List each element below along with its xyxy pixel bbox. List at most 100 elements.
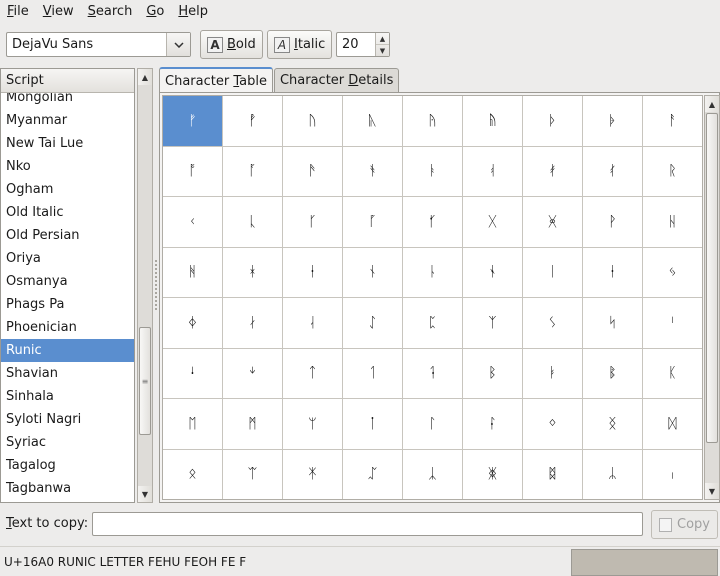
character-cell[interactable]: ᛓ — [523, 348, 583, 399]
character-cell[interactable]: ᛢ — [343, 449, 403, 499]
tab-character-table[interactable]: Character Table — [159, 67, 273, 93]
character-cell[interactable]: ᚵ — [343, 197, 403, 248]
list-item[interactable]: Phoenician — [1, 316, 134, 339]
character-cell[interactable]: ᛥ — [523, 449, 583, 499]
character-cell[interactable]: ᛐ — [343, 348, 403, 399]
script-column-header[interactable]: Script — [1, 69, 134, 93]
character-cell[interactable]: ᚾ — [343, 247, 403, 298]
grid-scroll-thumb[interactable] — [706, 113, 718, 443]
character-cell[interactable]: ᛃ — [643, 248, 702, 298]
list-item[interactable]: Tagalog — [1, 454, 134, 477]
character-cell[interactable]: ᚲ — [163, 197, 223, 248]
list-item[interactable]: Syloti Nagri — [1, 408, 134, 431]
scroll-down-icon[interactable]: ▼ — [138, 486, 152, 502]
character-cell[interactable]: ᛈ — [403, 298, 463, 349]
character-cell[interactable]: ᛕ — [643, 349, 702, 399]
list-item[interactable]: Nko — [1, 155, 134, 178]
character-cell[interactable]: ᚥ — [463, 96, 523, 147]
list-item[interactable]: Sinhala — [1, 385, 134, 408]
list-item[interactable]: Oriya — [1, 247, 134, 270]
list-item[interactable]: Shavian — [1, 362, 134, 385]
character-cell[interactable]: ᚦ — [523, 96, 583, 147]
font-family-combo[interactable]: DejaVu Sans — [6, 32, 191, 57]
list-item[interactable]: Phags Pa — [1, 293, 134, 316]
character-cell[interactable]: ᛍ — [163, 348, 223, 399]
list-item[interactable]: Old Persian — [1, 224, 134, 247]
chevron-down-icon[interactable] — [166, 33, 190, 56]
character-cell[interactable]: ᛦ — [583, 449, 643, 499]
character-cell[interactable]: ᚤ — [403, 96, 463, 147]
character-cell[interactable]: ᛒ — [463, 348, 523, 399]
italic-button[interactable]: A Italic — [267, 30, 333, 59]
character-cell[interactable]: ᛎ — [223, 348, 283, 399]
character-cell[interactable]: ᛜ — [523, 399, 583, 450]
character-cell[interactable]: ᛡ — [283, 449, 343, 499]
script-scrollbar[interactable]: ▲ ≡ ▼ — [137, 68, 153, 503]
list-item[interactable]: Osmanya — [1, 270, 134, 293]
spin-down-icon[interactable]: ▼ — [376, 44, 389, 56]
character-cell[interactable]: ᛔ — [583, 348, 643, 399]
menu-go[interactable]: Go — [139, 0, 171, 24]
text-to-copy-input[interactable] — [92, 512, 643, 536]
character-cell[interactable]: ᛖ — [163, 399, 223, 450]
list-item[interactable]: Tai Le — [1, 500, 134, 502]
character-cell[interactable]: ᚭ — [403, 146, 463, 197]
character-cell[interactable]: ᛠ — [223, 449, 283, 499]
character-cell[interactable]: ᛄ — [163, 298, 223, 349]
character-cell[interactable]: ᚽ — [283, 247, 343, 298]
character-cell[interactable]: ᚠ — [163, 96, 223, 147]
character-cell[interactable]: ᚣ — [343, 96, 403, 147]
list-item[interactable]: New Tai Lue — [1, 132, 134, 155]
character-cell[interactable]: ᚮ — [463, 146, 523, 197]
character-cell[interactable]: ᛛ — [463, 399, 523, 450]
character-cell[interactable]: ᛗ — [223, 399, 283, 450]
character-cell[interactable]: ᛟ — [163, 449, 223, 499]
character-cell[interactable]: ᚺ — [643, 197, 702, 248]
character-cell[interactable]: ᚧ — [583, 96, 643, 147]
character-cell[interactable]: ᚴ — [283, 197, 343, 248]
character-cell[interactable]: ᛆ — [283, 298, 343, 349]
character-cell[interactable]: ᚢ — [283, 96, 343, 147]
character-cell[interactable]: ᛉ — [463, 298, 523, 349]
character-cell[interactable]: ᛙ — [343, 399, 403, 450]
character-cell[interactable]: ᚿ — [403, 247, 463, 298]
character-cell[interactable]: ᚼ — [223, 247, 283, 298]
character-cell[interactable]: ᚰ — [583, 146, 643, 197]
list-item[interactable]: Syriac — [1, 431, 134, 454]
character-cell[interactable]: ᛀ — [463, 247, 523, 298]
character-cell[interactable]: ᚡ — [223, 96, 283, 147]
script-scroll-thumb[interactable]: ≡ — [139, 327, 151, 435]
character-cell[interactable]: ᚬ — [343, 146, 403, 197]
character-cell[interactable]: ᛁ — [523, 247, 583, 298]
character-cell[interactable]: ᛣ — [403, 449, 463, 499]
character-cell[interactable]: ᛞ — [643, 399, 702, 450]
character-cell[interactable]: ᚫ — [283, 146, 343, 197]
scroll-up-icon[interactable]: ▲ — [705, 96, 719, 112]
character-cell[interactable]: ᚻ — [163, 247, 223, 298]
character-cell[interactable]: ᛌ — [643, 298, 702, 349]
list-item[interactable]: Ogham — [1, 178, 134, 201]
character-cell[interactable]: ᛂ — [583, 247, 643, 298]
character-cell[interactable]: ᚶ — [403, 197, 463, 248]
character-cell[interactable]: ᚱ — [643, 147, 702, 197]
character-cell[interactable]: ᚹ — [583, 197, 643, 248]
menu-file[interactable]: File — [0, 0, 36, 24]
character-cell[interactable]: ᛊ — [523, 298, 583, 349]
character-cell[interactable]: ᛤ — [463, 449, 523, 499]
character-cell[interactable]: ᛚ — [403, 399, 463, 450]
scroll-up-icon[interactable]: ▲ — [138, 69, 152, 85]
character-cell[interactable]: ᚳ — [223, 197, 283, 248]
list-item[interactable]: Mongolian — [1, 93, 134, 109]
list-item[interactable]: Old Italic — [1, 201, 134, 224]
character-cell[interactable]: ᛧ — [643, 450, 702, 500]
character-cell[interactable]: ᛘ — [283, 399, 343, 450]
character-cell[interactable]: ᚷ — [463, 197, 523, 248]
grid-scrollbar[interactable]: ▲ ▼ — [704, 95, 720, 500]
character-cell[interactable]: ᛅ — [223, 298, 283, 349]
font-size-spinner[interactable]: 20 ▲ ▼ — [336, 32, 390, 57]
character-cell[interactable]: ᛏ — [283, 348, 343, 399]
character-cell[interactable]: ᚨ — [643, 96, 702, 147]
character-cell[interactable]: ᛑ — [403, 348, 463, 399]
character-cell[interactable]: ᛝ — [583, 399, 643, 450]
copy-button[interactable]: Copy — [651, 510, 718, 539]
